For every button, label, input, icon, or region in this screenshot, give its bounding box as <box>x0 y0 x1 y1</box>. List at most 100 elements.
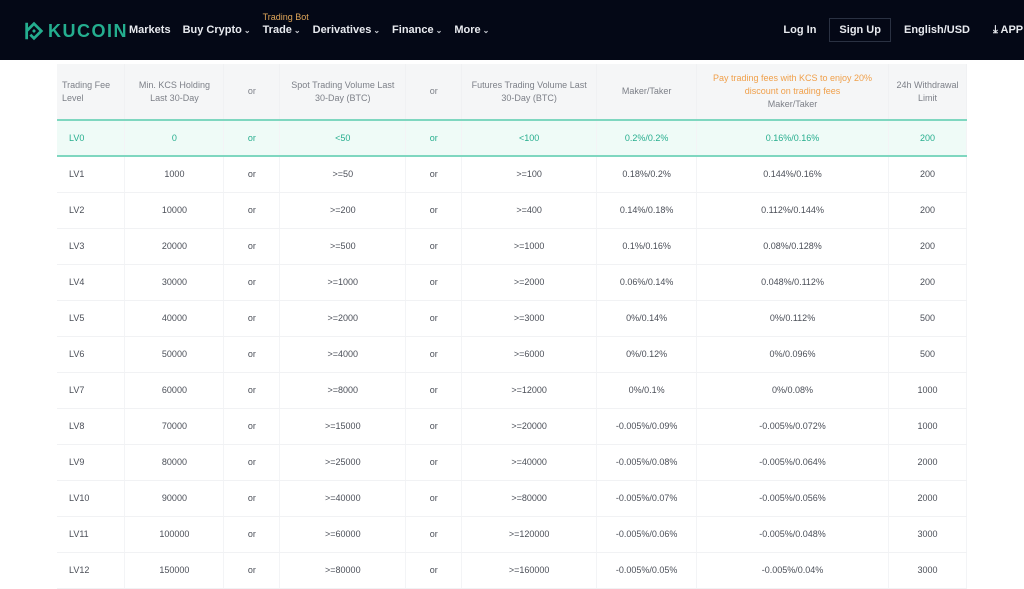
table-row: LV4 30000 or >=1000 or >=2000 0.06%/0.14% 0.048… <box>57 264 968 301</box>
nav-more[interactable]: More ⌄ <box>454 24 489 36</box>
cell-kcs-maker-taker: -0.005%/0.056% <box>696 480 889 517</box>
cell-level: LV0 <box>57 119 126 157</box>
cell-kcs-maker-taker: 0%/0.112% <box>696 300 889 337</box>
signup-button[interactable]: Sign Up <box>829 18 891 42</box>
cell-or: or <box>405 516 463 553</box>
cell-withdrawal-limit: 200 <box>888 192 968 229</box>
cell-spot-volume: >=40000 <box>279 480 407 517</box>
cell-withdrawal-limit: 1000 <box>888 408 968 445</box>
header-spot-volume: Spot Trading Volume Last 30-Day (BTC) <box>279 64 407 120</box>
logo-text: KUCOIN <box>48 20 128 41</box>
cell-maker-taker: 0%/0.14% <box>596 300 698 337</box>
table-row: LV9 80000 or >=25000 or >=40000 -0.005%/0.08% -… <box>57 444 968 481</box>
language-currency-selector[interactable]: English/USD <box>904 24 970 36</box>
cell-futures-volume: >=100 <box>461 156 598 193</box>
nav-trade[interactable]: Trading Bot Trade ⌄ <box>262 12 309 36</box>
cell-withdrawal-limit: 3000 <box>888 516 968 553</box>
header-level: Trading Fee Level <box>57 64 126 120</box>
nav-markets[interactable]: Markets <box>129 24 171 36</box>
cell-or: or <box>405 336 463 373</box>
app-download-link[interactable]: ⤓ APP <box>993 24 1024 37</box>
cell-futures-volume: >=3000 <box>461 300 598 337</box>
cell-or: or <box>405 119 463 157</box>
nav-derivatives[interactable]: Derivatives ⌄ <box>313 24 380 36</box>
cell-futures-volume: >=120000 <box>461 516 598 553</box>
cell-or: or <box>405 228 463 265</box>
nav-trade-label: Trade <box>262 24 292 36</box>
cell-level: LV7 <box>57 372 126 409</box>
cell-level: LV1 <box>57 156 126 193</box>
cell-maker-taker: 0.18%/0.2% <box>596 156 698 193</box>
chevron-down-icon: ⌄ <box>373 25 381 35</box>
nav-finance[interactable]: Finance ⌄ <box>392 24 442 36</box>
cell-level: LV5 <box>57 300 126 337</box>
cell-kcs-holding: 10000 <box>124 192 225 229</box>
cell-or: or <box>405 444 463 481</box>
cell-kcs-maker-taker: 0.048%/0.112% <box>696 264 889 301</box>
cell-kcs-holding: 90000 <box>124 480 225 517</box>
cell-maker-taker: 0%/0.12% <box>596 336 698 373</box>
cell-withdrawal-limit: 500 <box>888 336 968 373</box>
cell-spot-volume: >=1000 <box>279 264 407 301</box>
cell-kcs-holding: 100000 <box>124 516 225 553</box>
cell-kcs-maker-taker: 0.08%/0.128% <box>696 228 889 265</box>
cell-or: or <box>223 372 281 409</box>
table-row-current-level: LV0 0 or <50 or <100 0.2%/0.2% 0.16%/0.16% 200 <box>57 119 968 157</box>
table-body: LV0 0 or <50 or <100 0.2%/0.2% 0.16%/0.16% 200 LV… <box>57 119 968 589</box>
cell-or: or <box>223 480 281 517</box>
cell-withdrawal-limit: 200 <box>888 228 968 265</box>
main-nav: Markets Buy Crypto ⌄ Trading Bot Trade ⌄ D… <box>129 12 501 36</box>
cell-or: or <box>223 516 281 553</box>
cell-maker-taker: -0.005%/0.09% <box>596 408 698 445</box>
cell-maker-taker: 0.14%/0.18% <box>596 192 698 229</box>
trading-bot-badge[interactable]: Trading Bot <box>263 12 309 22</box>
table-row: LV3 20000 or >=500 or >=1000 0.1%/0.16% 0.08%/0… <box>57 228 968 265</box>
download-icon: ⤓ <box>993 23 1001 36</box>
cell-futures-volume: >=20000 <box>461 408 598 445</box>
table-header-row: Trading Fee Level Min. KCS Holding Last … <box>57 64 968 120</box>
cell-level: LV8 <box>57 408 126 445</box>
nav-markets-label: Markets <box>129 24 171 36</box>
cell-kcs-maker-taker: -0.005%/0.072% <box>696 408 889 445</box>
cell-maker-taker: 0.2%/0.2% <box>596 119 698 157</box>
cell-maker-taker: 0.06%/0.14% <box>596 264 698 301</box>
chevron-down-icon: ⌄ <box>243 25 251 35</box>
cell-or: or <box>223 264 281 301</box>
cell-kcs-holding: 70000 <box>124 408 225 445</box>
cell-withdrawal-limit: 1000 <box>888 372 968 409</box>
table-row: LV10 90000 or >=40000 or >=80000 -0.005%/0.07%… <box>57 480 968 517</box>
cell-level: LV9 <box>57 444 126 481</box>
nav-more-label: More <box>454 24 481 36</box>
cell-kcs-holding: 1000 <box>124 156 225 193</box>
cell-kcs-maker-taker: -0.005%/0.064% <box>696 444 889 481</box>
cell-maker-taker: 0%/0.1% <box>596 372 698 409</box>
nav-finance-label: Finance <box>392 24 434 36</box>
kucoin-logo-icon <box>25 21 44 41</box>
cell-futures-volume: >=6000 <box>461 336 598 373</box>
cell-spot-volume: >=60000 <box>279 516 407 553</box>
cell-maker-taker: -0.005%/0.06% <box>596 516 698 553</box>
cell-level: LV11 <box>57 516 126 553</box>
cell-kcs-maker-taker: 0%/0.08% <box>696 372 889 409</box>
cell-kcs-maker-taker: -0.005%/0.048% <box>696 516 889 553</box>
cell-spot-volume: >=15000 <box>279 408 407 445</box>
cell-spot-volume: >=25000 <box>279 444 407 481</box>
cell-spot-volume: >=50 <box>279 156 407 193</box>
header-futures-volume: Futures Trading Volume Last 30-Day (BTC) <box>461 64 598 120</box>
nav-buy-crypto[interactable]: Buy Crypto ⌄ <box>183 24 251 36</box>
login-link[interactable]: Log In <box>783 24 816 36</box>
cell-or: or <box>405 480 463 517</box>
cell-kcs-maker-taker: 0.16%/0.16% <box>696 119 889 157</box>
kucoin-logo[interactable]: KUCOIN <box>23 20 128 42</box>
table-row: LV8 70000 or >=15000 or >=20000 -0.005%/0.09% -… <box>57 408 968 445</box>
cell-or: or <box>223 444 281 481</box>
cell-or: or <box>223 228 281 265</box>
cell-kcs-holding: 50000 <box>124 336 225 373</box>
cell-spot-volume: >=500 <box>279 228 407 265</box>
table-row: LV5 40000 or >=2000 or >=3000 0%/0.14% 0%/0.112… <box>57 300 968 337</box>
cell-or: or <box>223 300 281 337</box>
cell-kcs-holding: 20000 <box>124 228 225 265</box>
cell-kcs-maker-taker: 0.144%/0.16% <box>696 156 889 193</box>
header-or: or <box>405 64 463 120</box>
cell-futures-volume: >=2000 <box>461 264 598 301</box>
